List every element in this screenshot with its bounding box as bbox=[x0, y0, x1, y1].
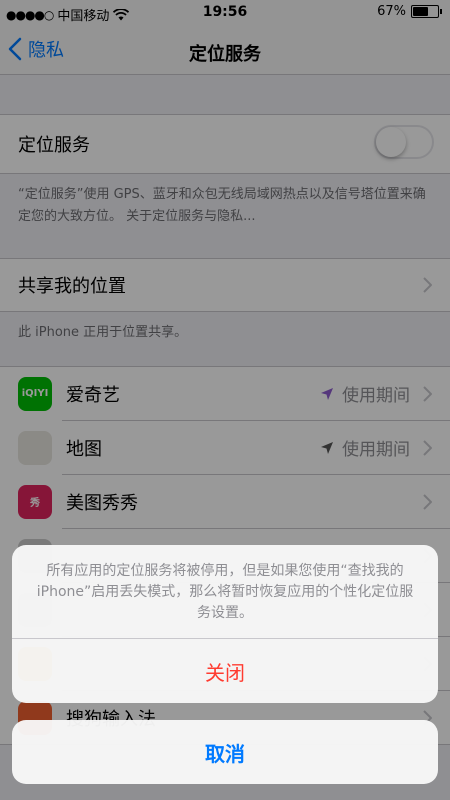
close-location-button[interactable]: 关闭 bbox=[12, 639, 438, 703]
action-sheet-message: 所有应用的定位服务将被停用，但是如果您使用“查找我的 iPhone”启用丢失模式… bbox=[12, 545, 438, 639]
action-sheet: 所有应用的定位服务将被停用，但是如果您使用“查找我的 iPhone”启用丢失模式… bbox=[12, 545, 438, 703]
cancel-sheet: 取消 bbox=[12, 720, 438, 784]
cancel-button[interactable]: 取消 bbox=[12, 720, 438, 784]
